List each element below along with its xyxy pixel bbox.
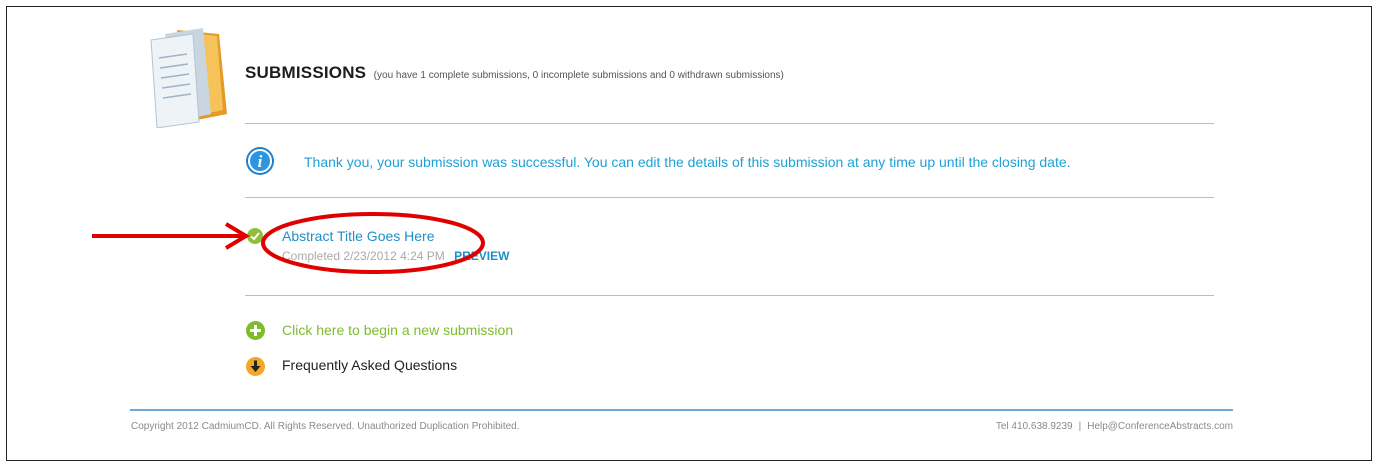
page-title: SUBMISSIONS — [245, 63, 367, 82]
svg-text:i: i — [258, 152, 263, 171]
copyright-text: Copyright 2012 CadmiumCD. All Rights Res… — [131, 421, 520, 432]
submission-counts: (you have 1 complete submissions, 0 inco… — [373, 70, 784, 81]
preview-link[interactable]: PREVIEW — [454, 249, 509, 263]
documents-folder-icon — [150, 28, 227, 128]
new-submission-link[interactable]: Click here to begin a new submission — [282, 322, 513, 338]
phone-number: Tel 410.638.9239 — [995, 421, 1073, 432]
help-email-link[interactable]: Help@ConferenceAbstracts.com — [1087, 421, 1233, 432]
faq-link[interactable]: Frequently Asked Questions — [282, 357, 457, 373]
page-header: SUBMISSIONS (you have 1 complete submiss… — [245, 63, 784, 83]
submission-status: Completed 2/23/2012 4:24 PM — [282, 249, 445, 263]
contact-info: Tel 410.638.9239 | Help@ConferenceAbstract… — [996, 421, 1233, 432]
check-icon — [247, 228, 263, 244]
divider — [245, 123, 1214, 124]
success-message: Thank you, your submission was successfu… — [304, 154, 1071, 170]
arrow-down-icon[interactable] — [246, 357, 265, 376]
divider — [245, 295, 1214, 296]
submission-meta: Completed 2/23/2012 4:24 PM PREVIEW — [282, 249, 509, 263]
divider — [245, 197, 1214, 198]
submission-title-link[interactable]: Abstract Title Goes Here — [282, 228, 435, 244]
info-icon: i — [246, 147, 274, 175]
contact-separator: | — [1078, 421, 1082, 432]
plus-icon[interactable] — [246, 321, 265, 340]
footer-divider — [130, 409, 1233, 411]
